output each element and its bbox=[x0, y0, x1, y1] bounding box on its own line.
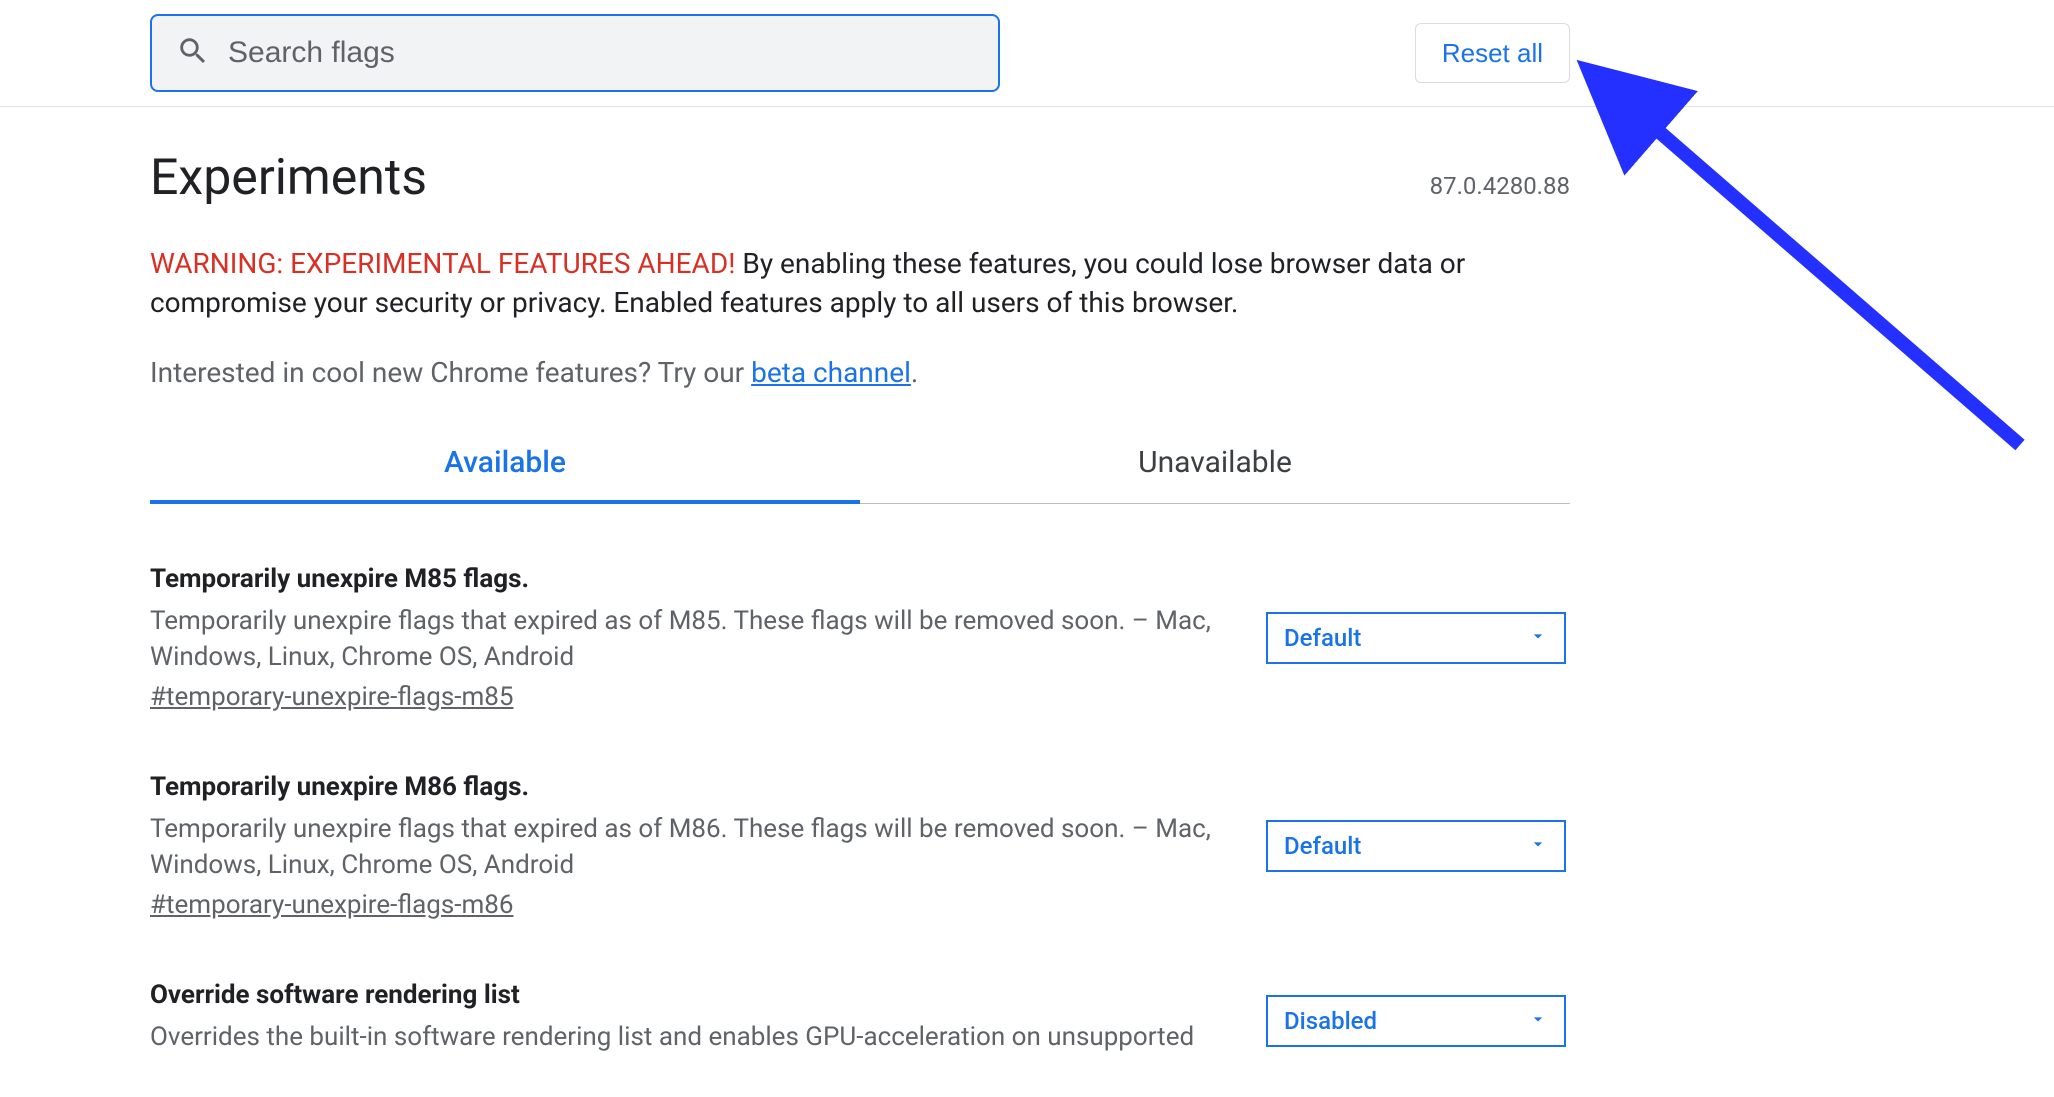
search-box[interactable] bbox=[150, 14, 1000, 92]
flag-row: Temporarily unexpire M85 flags. Temporar… bbox=[150, 504, 1570, 712]
chevron-down-icon bbox=[1528, 1007, 1548, 1035]
flag-state-select[interactable]: Default bbox=[1266, 820, 1566, 872]
warning-red-text: WARNING: EXPERIMENTAL FEATURES AHEAD! bbox=[150, 247, 735, 280]
topbar-inner: Reset all bbox=[150, 14, 1570, 92]
flag-row: Override software rendering list Overrid… bbox=[150, 920, 1570, 1062]
warning-paragraph: WARNING: EXPERIMENTAL FEATURES AHEAD! By… bbox=[150, 245, 1570, 322]
beta-paragraph: Interested in cool new Chrome features? … bbox=[150, 356, 1570, 389]
flag-state-value: Default bbox=[1284, 624, 1361, 652]
beta-suffix: . bbox=[911, 356, 918, 389]
flag-description: Overrides the built-in software renderin… bbox=[150, 1020, 1236, 1056]
flag-text-block: Temporarily unexpire M86 flags. Temporar… bbox=[150, 772, 1236, 920]
flag-anchor-link[interactable]: #temporary-unexpire-flags-m86 bbox=[150, 890, 513, 920]
content: Experiments 87.0.4280.88 WARNING: EXPERI… bbox=[150, 107, 1570, 1062]
flag-state-select[interactable]: Default bbox=[1266, 612, 1566, 664]
search-input[interactable] bbox=[210, 16, 998, 90]
flag-state-select[interactable]: Disabled bbox=[1266, 995, 1566, 1047]
chevron-down-icon bbox=[1528, 624, 1548, 652]
flag-text-block: Temporarily unexpire M85 flags. Temporar… bbox=[150, 564, 1236, 712]
chevron-down-icon bbox=[1528, 832, 1548, 860]
tabs: Available Unavailable bbox=[150, 427, 1570, 504]
flag-state-value: Default bbox=[1284, 832, 1361, 860]
flag-row: Temporarily unexpire M86 flags. Temporar… bbox=[150, 712, 1570, 920]
flag-anchor-link[interactable]: #temporary-unexpire-flags-m85 bbox=[150, 682, 513, 712]
flag-title: Override software rendering list bbox=[150, 980, 1236, 1010]
flag-description: Temporarily unexpire flags that expired … bbox=[150, 604, 1236, 676]
topbar: Reset all bbox=[0, 0, 2054, 107]
beta-channel-link[interactable]: beta channel bbox=[751, 356, 911, 389]
flag-title: Temporarily unexpire M86 flags. bbox=[150, 772, 1236, 802]
tab-available[interactable]: Available bbox=[150, 427, 860, 504]
flag-state-value: Disabled bbox=[1284, 1007, 1377, 1035]
version-label: 87.0.4280.88 bbox=[1430, 172, 1570, 200]
flag-text-block: Override software rendering list Overrid… bbox=[150, 980, 1236, 1062]
search-icon bbox=[176, 34, 210, 72]
reset-all-button[interactable]: Reset all bbox=[1415, 23, 1570, 83]
page-title: Experiments bbox=[150, 149, 427, 207]
beta-prefix: Interested in cool new Chrome features? … bbox=[150, 356, 751, 389]
flag-title: Temporarily unexpire M85 flags. bbox=[150, 564, 1236, 594]
flag-description: Temporarily unexpire flags that expired … bbox=[150, 812, 1236, 884]
header-row: Experiments 87.0.4280.88 bbox=[150, 149, 1570, 207]
tab-unavailable[interactable]: Unavailable bbox=[860, 427, 1570, 504]
